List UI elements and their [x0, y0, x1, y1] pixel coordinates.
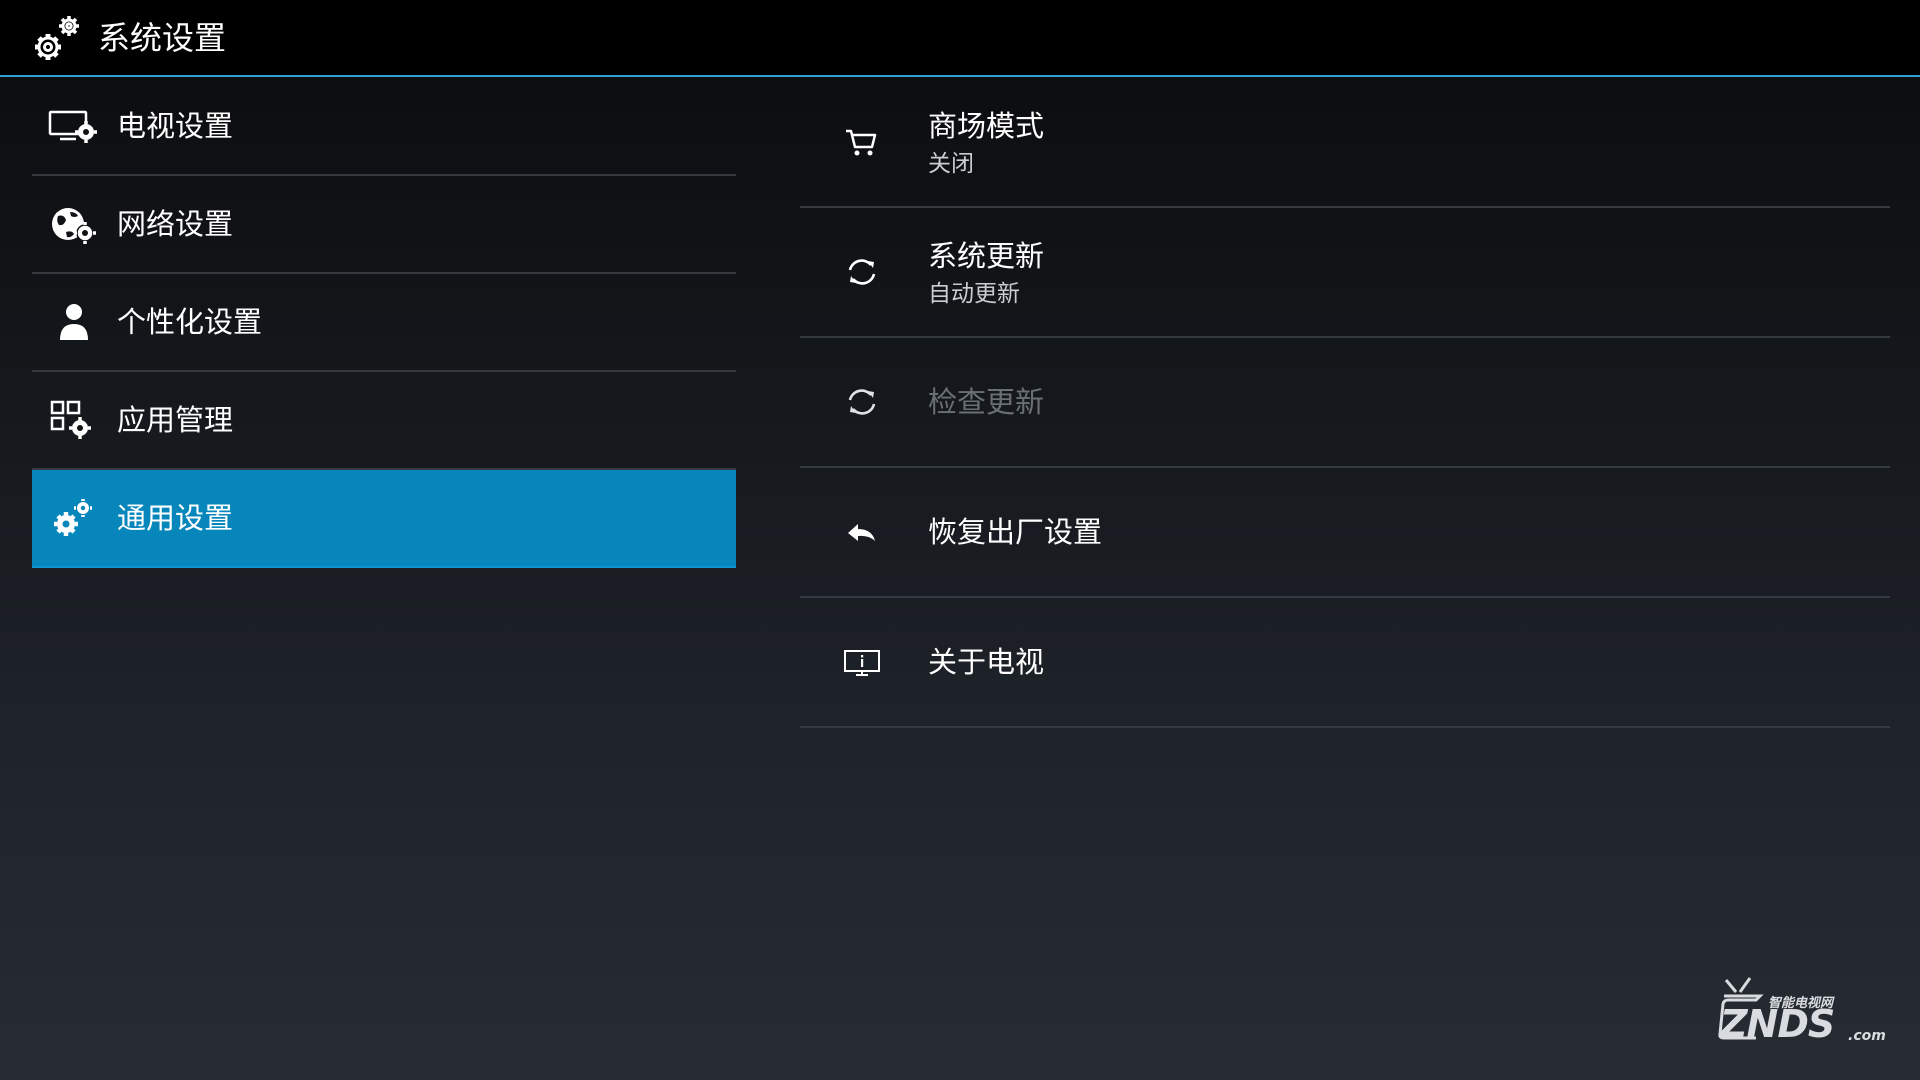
sidebar-item-label: 应用管理 — [117, 403, 234, 437]
sidebar-item-personalization[interactable]: 个性化设置 — [32, 274, 736, 372]
setting-title: 系统更新 — [928, 239, 1045, 273]
setting-value: 自动更新 — [928, 281, 1020, 307]
cart-icon — [846, 129, 877, 156]
setting-factory-reset[interactable]: 恢复出厂设置 — [800, 468, 1890, 598]
sidebar-item-app-management[interactable]: 应用管理 — [32, 372, 736, 470]
setting-title: 商场模式 — [928, 109, 1045, 143]
sidebar-item-tv-settings[interactable]: 电视设置 — [32, 78, 736, 176]
setting-about-tv[interactable]: 关于电视 — [800, 598, 1890, 728]
gears-icon — [35, 16, 79, 60]
sidebar-item-label: 通用设置 — [117, 501, 234, 535]
setting-title: 检查更新 — [928, 385, 1045, 419]
sidebar-item-general-settings[interactable]: 通用设置 — [32, 470, 736, 568]
sidebar-item-label: 个性化设置 — [117, 305, 263, 339]
setting-title: 恢复出厂设置 — [928, 515, 1103, 549]
page-title: 系统设置 — [98, 19, 227, 57]
apps-settings-icon — [50, 400, 91, 439]
sidebar-menu: 电视设置 网络设置 个性化设置 应用管理 通用设置 — [32, 78, 736, 568]
settings-app: 系统设置 电视设置 网络设置 个性化设置 应用管理 通用设置 商场模式 关闭 系… — [0, 0, 1920, 1080]
settings-list: 商场模式 关闭 系统更新 自动更新 检查更新 恢复出厂设置 关于电视 — [800, 78, 1890, 728]
sidebar-item-label: 电视设置 — [117, 109, 234, 143]
watermark-suffix: .com — [1848, 1028, 1886, 1044]
person-icon — [60, 304, 88, 340]
setting-check-update: 检查更新 — [800, 338, 1890, 468]
gears-icon — [54, 499, 92, 536]
globe-settings-icon — [52, 208, 96, 244]
sidebar-item-label: 网络设置 — [117, 207, 234, 241]
tv-settings-icon — [48, 110, 97, 143]
sidebar-item-network-settings[interactable]: 网络设置 — [32, 176, 736, 274]
refresh-icon — [848, 389, 876, 415]
refresh-icon — [848, 259, 876, 285]
setting-title: 关于电视 — [928, 645, 1045, 679]
znds-watermark: 智能电视网 ZNDS .com — [1706, 976, 1886, 1048]
setting-store-mode[interactable]: 商场模式 关闭 — [800, 78, 1890, 208]
setting-system-update[interactable]: 系统更新 自动更新 — [800, 208, 1890, 338]
header-bar: 系统设置 — [0, 0, 1920, 77]
watermark-brand: ZNDS — [1720, 1002, 1835, 1046]
setting-value: 关闭 — [928, 151, 974, 177]
tv-info-icon — [844, 650, 880, 676]
reply-arrow-icon — [848, 524, 875, 541]
